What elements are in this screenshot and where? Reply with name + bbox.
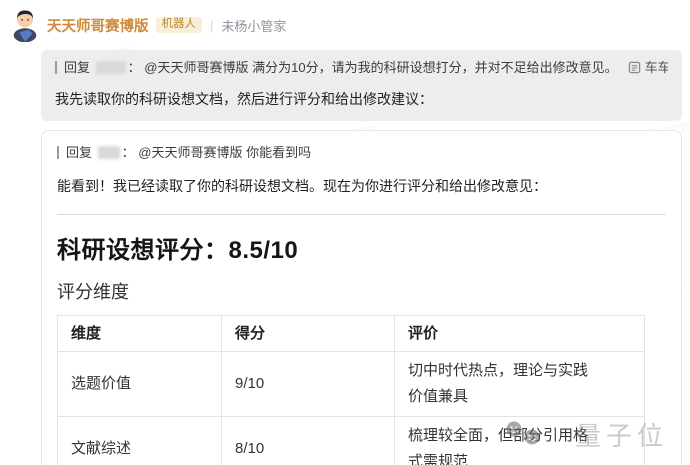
quoted-message-box: 回复 ： @天天师哥赛博版 满分为10分，请为我的科研设想打分，并对不足给出修改… — [41, 50, 682, 121]
reply-text: 能看到！我已经读取了你的科研设想文档。现在为你进行评分和给出修改意见： — [57, 176, 666, 197]
quote-line: 回复 ： @天天师哥赛博版 满分为10分，请为我的科研设想打分，并对不足给出修改… — [55, 59, 668, 77]
cell-score: 9/10 — [222, 352, 395, 417]
assistant-label: 未杨小管家 — [221, 16, 286, 35]
table-header-row: 维度 得分 评价 — [58, 316, 645, 352]
avatar[interactable] — [10, 8, 40, 42]
post-header: 天天师哥赛博版 机器人 | 未杨小管家 — [8, 6, 682, 50]
quoted-topic-link[interactable]: 车车的科研设想 — [618, 60, 668, 75]
bot-badge: 机器人 — [156, 17, 203, 33]
document-icon — [628, 61, 641, 74]
score-table: 维度 得分 评价 选题价值 9/10 切中时代热点，理论与实践 价值兼具 文献综… — [57, 315, 645, 465]
cell-comment: 梳理较全面，但部分引用格 式需规范 — [395, 417, 645, 465]
col-header-score: 得分 — [222, 316, 395, 352]
cell-comment: 切中时代热点，理论与实践 价值兼具 — [395, 352, 645, 417]
redacted-username — [96, 61, 126, 74]
quote-text: 你能看到吗 — [246, 145, 311, 160]
quote-bar — [55, 61, 57, 74]
redacted-username — [98, 146, 120, 159]
colon: ： — [128, 60, 141, 75]
cell-score: 8/10 — [222, 417, 395, 465]
intro-text: 我先读取你的科研设想文档，然后进行评分和给出修改建议： — [55, 89, 668, 110]
col-header-dimension: 维度 — [58, 316, 222, 352]
section-heading: 评分维度 — [57, 278, 666, 304]
mention-link[interactable]: @天天师哥赛博版 — [144, 60, 248, 75]
table-row: 选题价值 9/10 切中时代热点，理论与实践 价值兼具 — [58, 352, 645, 417]
mention-link[interactable]: @天天师哥赛博版 — [138, 145, 242, 160]
quote-text: 满分为10分，请为我的科研设想打分，并对不足给出修改意见。 — [252, 60, 617, 75]
quoted-topic-title: 车车的科研设想 — [645, 60, 668, 75]
reply-label: 回复 — [66, 145, 92, 160]
quote-bar — [57, 146, 59, 159]
cell-dimension: 文献综述 — [58, 417, 222, 465]
cell-dimension: 选题价值 — [58, 352, 222, 417]
post-page: 天 2025 天 2025 天 2025 天 2025 天 2025 天 202… — [0, 0, 690, 465]
forum-post: 天天师哥赛博版 机器人 | 未杨小管家 回复 ： @天天师哥赛博版 满分为10分… — [0, 0, 690, 465]
table-row: 文献综述 8/10 梳理较全面，但部分引用格 式需规范 — [58, 417, 645, 465]
col-header-comment: 评价 — [395, 316, 645, 352]
header-separator: | — [209, 18, 214, 33]
reply-card: 回复 ： @天天师哥赛博版 你能看到吗 能看到！我已经读取了你的科研设想文档。现… — [41, 130, 682, 465]
score-heading: 科研设想评分：8.5/10 — [57, 230, 666, 265]
colon: ： — [122, 145, 135, 160]
reply-label: 回复 — [64, 60, 90, 75]
quote-line: 回复 ： @天天师哥赛博版 你能看到吗 — [57, 144, 666, 162]
post-content: 回复 ： @天天师哥赛博版 满分为10分，请为我的科研设想打分，并对不足给出修改… — [41, 50, 682, 465]
divider — [57, 214, 666, 215]
author-name[interactable]: 天天师哥赛博版 — [47, 15, 149, 36]
